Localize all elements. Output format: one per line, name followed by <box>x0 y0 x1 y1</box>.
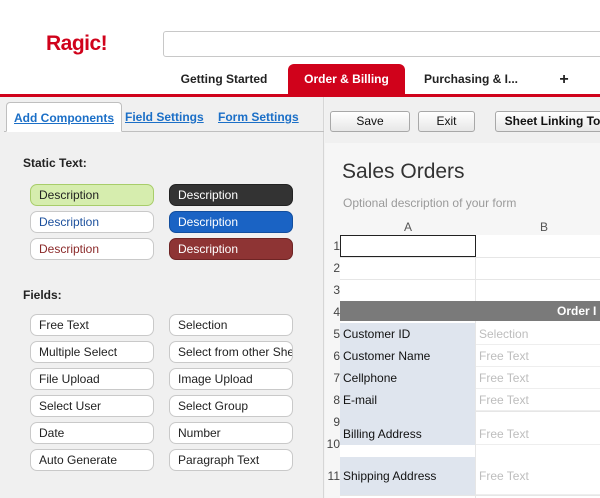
form-grid[interactable]: Order I Customer ID Selection Customer Name… <box>340 235 600 498</box>
section-header-title: Order I <box>557 304 597 318</box>
field-label-cell[interactable]: Customer Name <box>340 345 475 367</box>
field-type-option[interactable]: Selection <box>169 314 293 336</box>
row-number[interactable]: 5 <box>325 327 340 341</box>
field-value-cell[interactable]: Free Text <box>476 423 600 445</box>
field-type-option[interactable]: Select User <box>30 395 154 417</box>
search-input[interactable] <box>163 31 600 57</box>
row-number[interactable]: 3 <box>325 283 340 297</box>
row-number[interactable]: 1 <box>325 239 340 253</box>
row-number[interactable]: 2 <box>325 261 340 275</box>
row-number[interactable]: 11 <box>325 469 340 483</box>
form-title[interactable]: Sales Orders <box>342 160 465 184</box>
static-text-option[interactable]: Description <box>30 184 154 206</box>
static-text-heading: Static Text: <box>23 156 87 170</box>
form-description[interactable]: Optional description of your form <box>343 196 516 210</box>
ragic-logo[interactable]: Ragic! <box>46 32 108 56</box>
panel-tabs: Add Components Field Settings Form Setti… <box>4 102 324 132</box>
static-text-option[interactable]: Description <box>30 238 154 260</box>
sheet-linking-button[interactable]: Sheet Linking To <box>495 111 600 132</box>
selected-cell[interactable] <box>340 235 476 257</box>
form-toolbar: Save Exit Sheet Linking To <box>325 97 600 143</box>
tab-getting-started[interactable]: Getting Started <box>168 64 280 95</box>
field-type-option[interactable]: Select from other Sheet <box>169 341 293 363</box>
row-number[interactable]: 6 <box>325 349 340 363</box>
field-label-cell[interactable]: Shipping Address <box>340 457 475 495</box>
component-panel: Add Components Field Settings Form Setti… <box>0 97 324 498</box>
static-text-option[interactable]: Description <box>30 211 154 233</box>
field-type-option[interactable]: Multiple Select <box>30 341 154 363</box>
module-tabs: Getting Started Order & Billing Purchasi… <box>0 64 600 95</box>
field-type-option[interactable]: Number <box>169 422 293 444</box>
static-text-option[interactable]: Description <box>169 184 293 206</box>
field-value-cell[interactable]: Free Text <box>476 457 600 495</box>
field-value-cell[interactable]: Free Text <box>476 345 600 367</box>
static-text-option[interactable]: Description <box>169 211 293 233</box>
tab-add-components[interactable]: Add Components <box>6 102 122 132</box>
field-type-option[interactable]: Auto Generate <box>30 449 154 471</box>
field-type-option[interactable]: Paragraph Text <box>169 449 293 471</box>
row-number[interactable]: 10 <box>325 437 340 451</box>
row-number[interactable]: 8 <box>325 393 340 407</box>
field-value-cell[interactable]: Free Text <box>476 389 600 411</box>
tab-form-settings[interactable]: Form Settings <box>218 102 299 132</box>
field-value-cell[interactable]: Free Text <box>476 367 600 389</box>
empty-label-cell[interactable] <box>340 411 475 423</box>
grid-line <box>340 279 600 280</box>
row-number[interactable]: 4 <box>325 305 340 319</box>
row-number[interactable]: 7 <box>325 371 340 385</box>
field-type-option[interactable]: Select Group <box>169 395 293 417</box>
exit-button[interactable]: Exit <box>418 111 475 132</box>
section-header-row[interactable]: Order I <box>340 301 600 321</box>
tab-field-settings[interactable]: Field Settings <box>125 102 204 132</box>
field-label-cell[interactable]: Billing Address <box>340 423 475 445</box>
save-button[interactable]: Save <box>330 111 410 132</box>
field-label-cell[interactable]: E-mail <box>340 389 475 411</box>
form-design-sheet: Sales Orders Optional description of you… <box>325 143 600 498</box>
tab-order-billing[interactable]: Order & Billing <box>288 64 405 95</box>
tab-purchasing[interactable]: Purchasing & I... <box>418 64 524 95</box>
field-type-option[interactable]: Image Upload <box>169 368 293 390</box>
column-header-a[interactable]: A <box>340 217 476 237</box>
field-type-option[interactable]: Date <box>30 422 154 444</box>
top-header: Ragic! Getting Started Order & Billing P… <box>0 0 600 95</box>
field-type-option[interactable]: File Upload <box>30 368 154 390</box>
grid-line <box>340 257 600 258</box>
fields-heading: Fields: <box>23 288 62 302</box>
column-header-b[interactable]: B <box>476 217 600 237</box>
row-number[interactable]: 9 <box>325 415 340 429</box>
field-type-option[interactable]: Free Text <box>30 314 154 336</box>
static-text-option[interactable]: Description <box>169 238 293 260</box>
field-label-cell[interactable]: Customer ID <box>340 323 475 345</box>
add-tab-button[interactable]: + <box>552 64 576 95</box>
field-label-cell[interactable]: Cellphone <box>340 367 475 389</box>
grid-line <box>340 495 600 496</box>
field-value-cell[interactable]: Selection <box>476 323 600 345</box>
